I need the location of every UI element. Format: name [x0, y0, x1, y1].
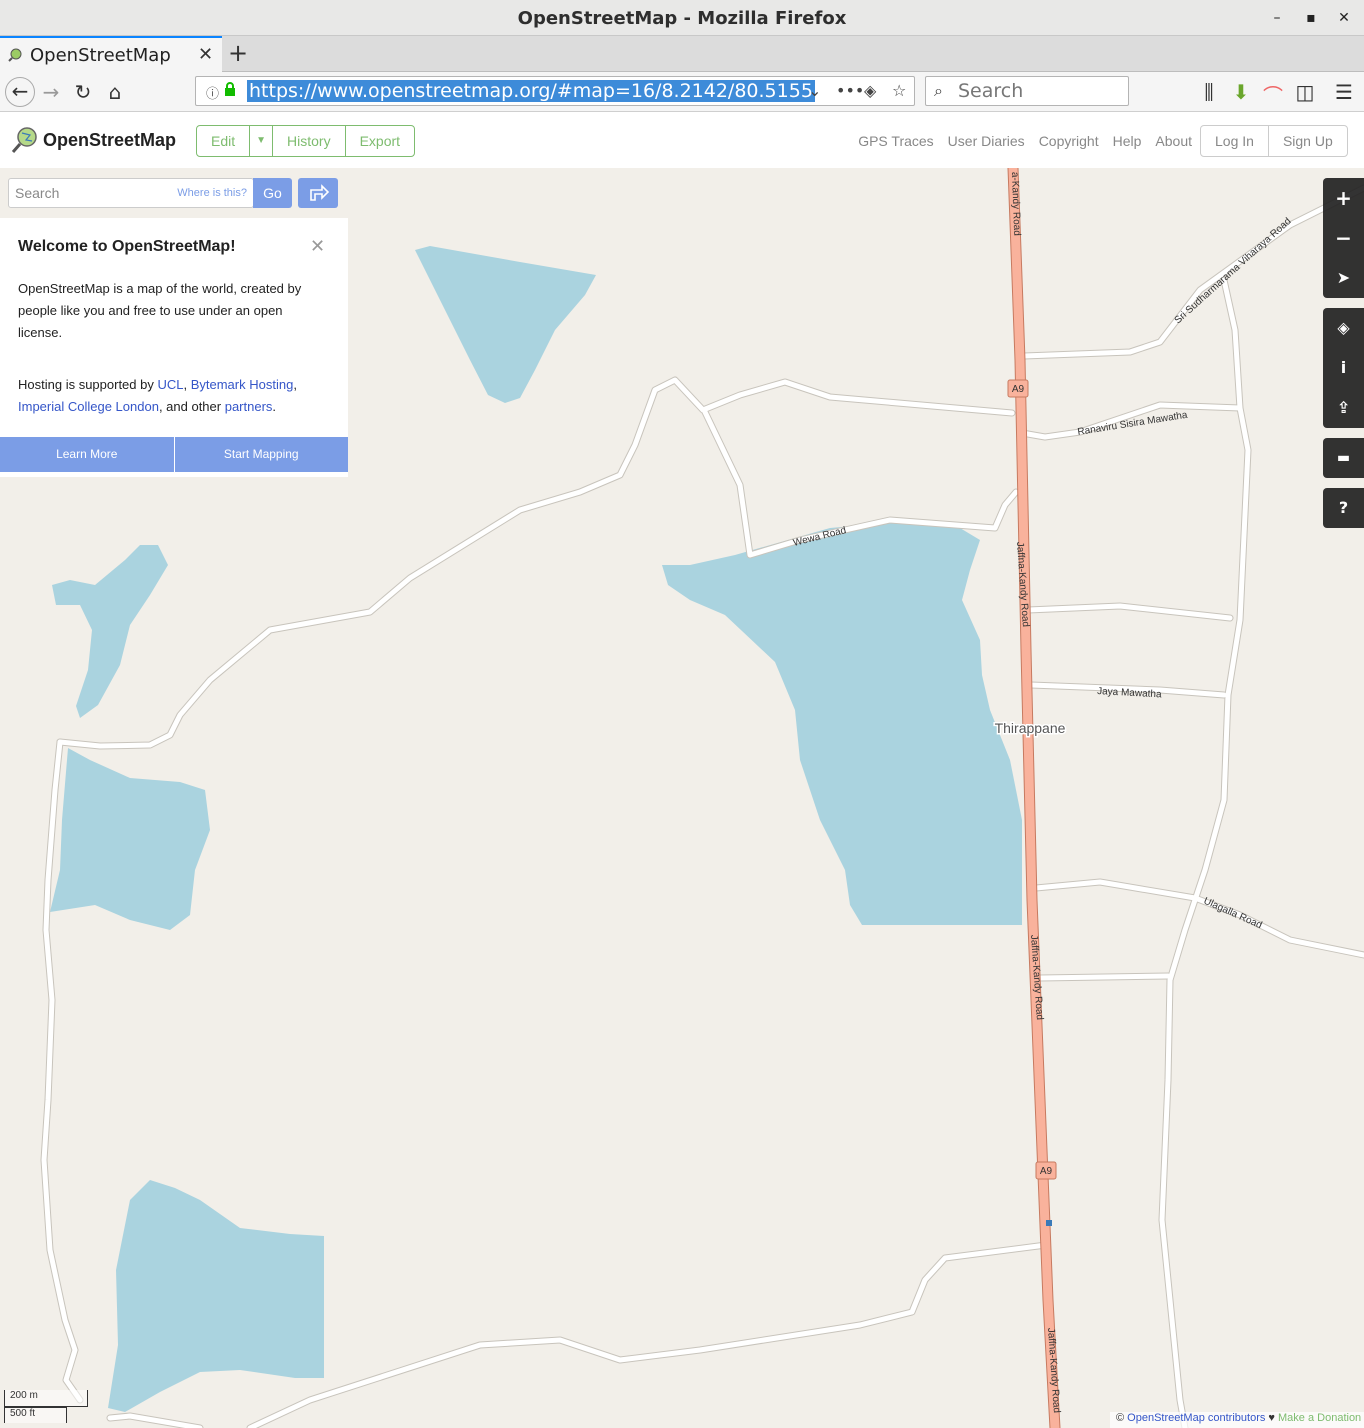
- attribution: © OpenStreetMap contributors ♥ Make a Do…: [1110, 1412, 1364, 1428]
- lock-icon: [225, 82, 235, 96]
- welcome-panel: Welcome to OpenStreetMap! ✕ OpenStreetMa…: [0, 218, 348, 477]
- scale-metric: 200 m: [4, 1390, 88, 1407]
- partners-link[interactable]: partners: [225, 399, 273, 414]
- map-search-input[interactable]: Search Where is this?: [8, 178, 254, 208]
- directions-button[interactable]: [298, 178, 338, 208]
- back-icon[interactable]: ←: [5, 77, 35, 107]
- download-icon[interactable]: ⬇: [1228, 80, 1254, 104]
- query-icon[interactable]: ?: [1323, 488, 1364, 528]
- reload-icon[interactable]: ↻: [70, 80, 96, 104]
- route-shield: A9: [1035, 1161, 1057, 1180]
- directions-icon: [310, 184, 330, 201]
- tab-close-icon[interactable]: ✕: [198, 44, 213, 65]
- sync-icon[interactable]: ⌒: [1260, 80, 1286, 109]
- sidebar-toggle-icon[interactable]: ◫: [1292, 80, 1318, 104]
- layers-icon[interactable]: ◈: [1323, 308, 1364, 348]
- contributors-link[interactable]: OpenStreetMap contributors: [1127, 1412, 1265, 1424]
- welcome-title: Welcome to OpenStreetMap!: [18, 238, 236, 255]
- home-icon[interactable]: ⌂: [102, 80, 128, 104]
- osm-favicon-icon: [8, 48, 22, 62]
- edit-dropdown-icon[interactable]: ▼: [250, 126, 274, 156]
- learn-more-button[interactable]: Learn More: [0, 437, 175, 472]
- ucl-link[interactable]: UCL: [157, 377, 183, 392]
- header-links: GPS Traces User Diaries Copyright Help A…: [858, 133, 1192, 149]
- forward-icon[interactable]: →: [38, 80, 64, 104]
- hosting-text: Hosting is supported by UCL, Bytemark Ho…: [18, 377, 297, 414]
- scale-imperial: 500 ft: [4, 1407, 67, 1423]
- locate-icon[interactable]: ➤: [1323, 258, 1364, 298]
- help-link[interactable]: Help: [1113, 133, 1142, 149]
- dropdown-icon[interactable]: ⌄: [808, 81, 821, 100]
- auth-button-group: Log In Sign Up: [1200, 125, 1348, 157]
- login-button[interactable]: Log In: [1201, 126, 1269, 156]
- go-button[interactable]: Go: [253, 178, 292, 208]
- map-search-placeholder: Search: [15, 185, 60, 201]
- maximize-icon[interactable]: ▪: [1301, 8, 1321, 28]
- new-tab-icon[interactable]: +: [228, 39, 248, 67]
- imperial-link[interactable]: Imperial College London: [18, 399, 159, 414]
- navigation-toolbar: ← → ↻ ⌂ ⓘ https://www.openstreetmap.org/…: [0, 72, 1364, 112]
- browser-search-placeholder: Search: [958, 80, 1024, 102]
- hosting-mid: , and other: [158, 399, 225, 414]
- window-titlebar: OpenStreetMap - Mozilla Firefox – ▪ ✕: [0, 0, 1364, 36]
- close-window-icon[interactable]: ✕: [1334, 8, 1354, 28]
- url-bar[interactable]: ⓘ https://www.openstreetmap.org/#map=16/…: [195, 76, 915, 106]
- map-key-icon[interactable]: i: [1323, 348, 1364, 388]
- welcome-actions: Learn More Start Mapping: [0, 437, 348, 472]
- gps-traces-link[interactable]: GPS Traces: [858, 133, 933, 149]
- heart-icon: ♥: [1265, 1412, 1279, 1424]
- welcome-intro: OpenStreetMap is a map of the world, cre…: [18, 281, 302, 340]
- edit-button[interactable]: Edit: [197, 126, 251, 156]
- road-label: a-Kandy Road: [1009, 172, 1022, 236]
- bookmark-star-icon[interactable]: ☆: [892, 81, 906, 100]
- user-diaries-link[interactable]: User Diaries: [948, 133, 1025, 149]
- browser-search-input[interactable]: ⌕ Search: [925, 76, 1129, 106]
- donate-link[interactable]: Make a Donation: [1278, 1412, 1361, 1424]
- about-link[interactable]: About: [1155, 133, 1192, 149]
- bytemark-link[interactable]: Bytemark Hosting: [191, 377, 294, 392]
- help-control: ?: [1323, 488, 1364, 528]
- close-icon[interactable]: ✕: [310, 236, 325, 257]
- tab-bar: OpenStreetMap ✕ +: [0, 36, 1364, 72]
- share-icon[interactable]: ⇪: [1323, 388, 1364, 428]
- library-icon[interactable]: ⫼: [1196, 80, 1222, 104]
- place-label: Thirappane: [995, 720, 1066, 736]
- info-icon[interactable]: ⓘ: [206, 83, 219, 102]
- tab-openstreetmap[interactable]: OpenStreetMap ✕: [0, 36, 222, 72]
- minimize-icon[interactable]: –: [1267, 8, 1287, 28]
- scale-bar: 200 m 500 ft: [4, 1390, 88, 1423]
- signup-button[interactable]: Sign Up: [1269, 126, 1347, 156]
- edit-button-group: Edit ▼ History Export: [196, 125, 416, 157]
- zoom-in-icon[interactable]: +: [1323, 178, 1364, 218]
- history-button[interactable]: History: [273, 126, 346, 156]
- note-control: ▬: [1323, 438, 1364, 478]
- export-button[interactable]: Export: [346, 126, 414, 156]
- copyright-link[interactable]: Copyright: [1039, 133, 1099, 149]
- where-is-this-link[interactable]: Where is this?: [177, 187, 247, 199]
- osm-logo-icon[interactable]: [10, 126, 38, 154]
- tab-label: OpenStreetMap: [30, 45, 171, 66]
- zoom-controls: + − ➤: [1323, 178, 1364, 298]
- osm-header: OpenStreetMap Edit ▼ History Export GPS …: [0, 112, 1364, 168]
- start-mapping-button[interactable]: Start Mapping: [174, 437, 348, 472]
- add-note-icon[interactable]: ▬: [1323, 438, 1364, 478]
- poi-marker: [1046, 1220, 1052, 1226]
- zoom-out-icon[interactable]: −: [1323, 218, 1364, 258]
- search-icon: ⌕: [934, 81, 943, 100]
- svg-text:A9: A9: [1012, 384, 1025, 395]
- url-text[interactable]: https://www.openstreetmap.org/#map=16/8.…: [247, 80, 815, 102]
- pocket-icon[interactable]: ◈: [864, 81, 876, 100]
- attribution-prefix: ©: [1116, 1412, 1128, 1424]
- svg-text:A9: A9: [1040, 1166, 1053, 1177]
- osm-brand[interactable]: OpenStreetMap: [43, 130, 176, 151]
- route-shield: A9: [1007, 379, 1029, 398]
- page-actions-icon[interactable]: •••: [836, 81, 864, 100]
- menu-icon[interactable]: ☰: [1331, 80, 1357, 104]
- hosting-prefix: Hosting is supported by: [18, 377, 158, 392]
- window-title: OpenStreetMap - Mozilla Firefox: [517, 8, 847, 29]
- map-tools: ◈ i ⇪: [1323, 308, 1364, 428]
